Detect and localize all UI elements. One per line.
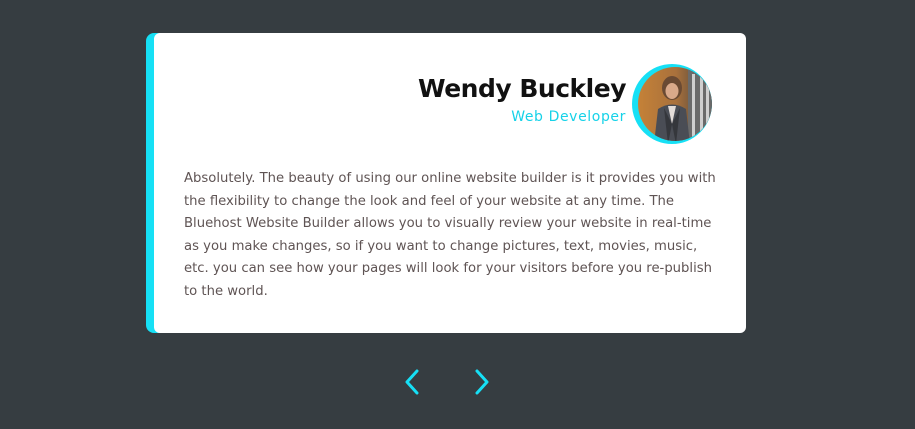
chevron-left-icon [405, 369, 419, 395]
avatar [632, 64, 712, 144]
testimonial-card: Wendy Buckley Web Developer Absolutely. … [154, 33, 746, 333]
testimonial-slider: Wendy Buckley Web Developer Absolutely. … [0, 0, 915, 429]
prev-slide-button[interactable] [398, 366, 428, 398]
author-info: Wendy Buckley Web Developer [418, 73, 626, 126]
testimonial-quote: Absolutely. The beauty of using our onli… [184, 171, 716, 299]
next-slide-button[interactable] [466, 366, 496, 398]
avatar-photo [638, 67, 712, 141]
author-name: Wendy Buckley [418, 74, 626, 103]
author-role: Web Developer [511, 109, 626, 125]
chevron-right-icon [475, 369, 489, 395]
